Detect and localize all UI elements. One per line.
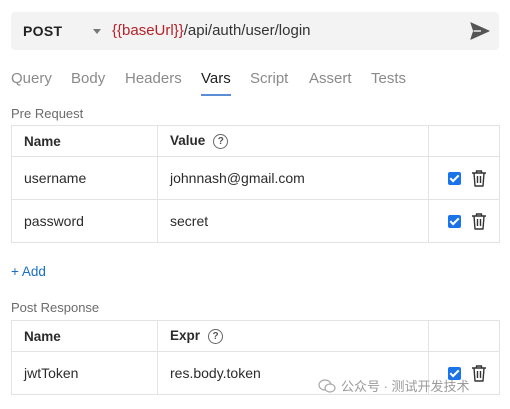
tab-vars[interactable]: Vars [201,70,231,96]
tab-headers[interactable]: Headers [125,70,182,87]
request-url-bar: POST {{baseUrl}}/api/auth/user/login [11,12,499,50]
send-icon[interactable] [469,20,491,42]
tab-body[interactable]: Body [71,70,105,87]
column-header-value: Value? [157,125,429,157]
wechat-icon [318,378,336,393]
column-header-name: Name [11,320,158,352]
tab-query[interactable]: Query [11,70,52,87]
http-method-select[interactable]: POST [23,23,62,39]
var-value-cell[interactable]: secret [157,199,429,243]
column-header-actions [428,320,500,352]
column-header-expr: Expr? [157,320,429,352]
add-variable-button[interactable]: + Add [11,264,46,279]
var-name-cell[interactable]: password [11,199,158,243]
table-header-row: Name Value? [11,125,500,157]
trash-icon[interactable] [471,212,487,230]
url-path: /api/auth/user/login [183,22,311,39]
column-header-value-label: Value [170,133,206,149]
help-circle-icon[interactable]: ? [213,133,229,149]
var-name-cell[interactable]: jwtToken [11,351,158,395]
column-header-name: Name [11,125,158,157]
pre-request-label: Pre Request [11,106,84,121]
column-header-expr-label: Expr [170,328,201,344]
table-row: username johnnash@gmail.com [11,156,500,200]
row-actions [428,156,500,200]
watermark-text: 公众号 · 测试开发技术 [341,379,470,394]
help-circle-icon[interactable]: ? [208,328,224,344]
request-url-input[interactable]: {{baseUrl}}/api/auth/user/login [112,22,311,39]
tab-script[interactable]: Script [250,70,288,87]
pre-request-table: Name Value? username johnnash@gmail.com … [11,125,500,243]
watermark: 公众号 · 测试开发技术 [318,376,470,395]
enabled-checkbox[interactable] [448,171,461,185]
table-row: password secret [11,199,500,243]
row-actions [428,199,500,243]
chevron-down-icon[interactable] [93,29,101,34]
tab-tests[interactable]: Tests [371,70,406,87]
tab-assert[interactable]: Assert [309,70,352,87]
table-header-row: Name Expr? [11,320,500,352]
trash-icon[interactable] [471,364,487,382]
post-response-label: Post Response [11,300,100,315]
column-header-actions [428,125,500,157]
url-variable: {{baseUrl}} [112,22,184,39]
var-name-cell[interactable]: username [11,156,158,200]
trash-icon[interactable] [471,169,487,187]
var-value-cell[interactable]: johnnash@gmail.com [157,156,429,200]
enabled-checkbox[interactable] [448,214,461,228]
